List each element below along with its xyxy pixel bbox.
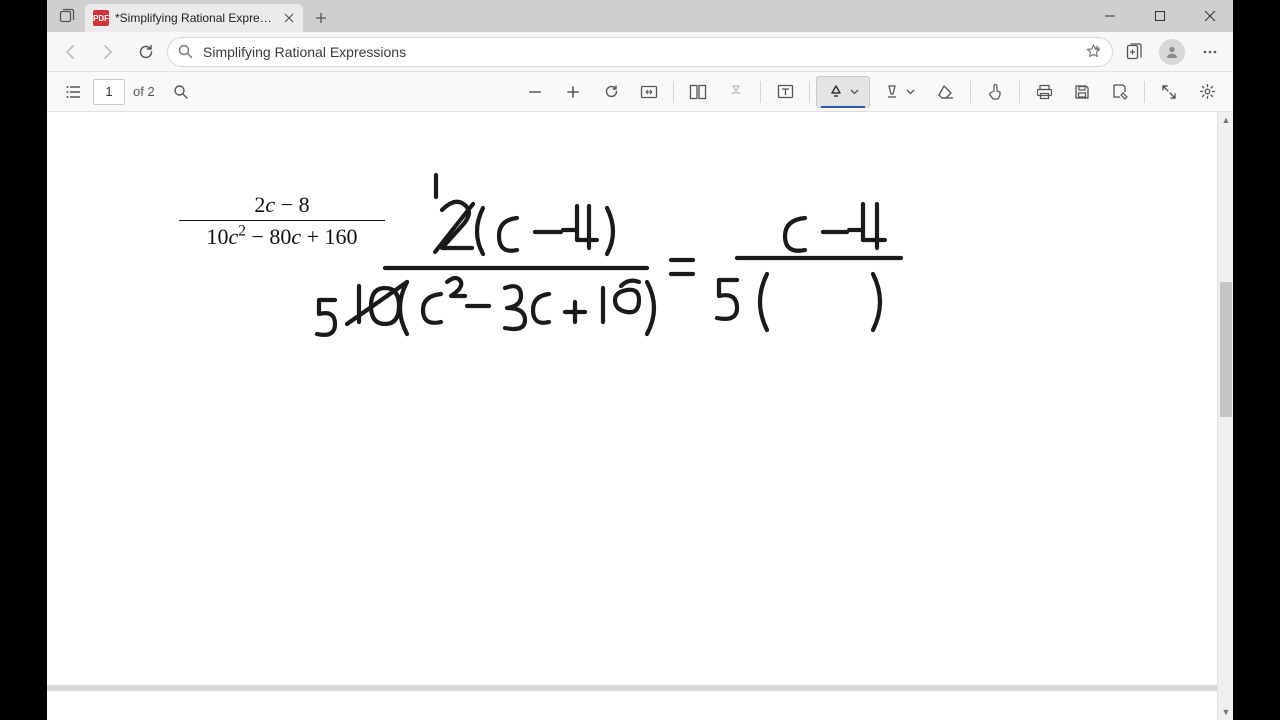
vertical-scrollbar[interactable]: ▲ ▼ [1217, 112, 1233, 720]
fit-page-button[interactable] [631, 76, 667, 108]
tab-strip: PDF *Simplifying Rational Expressions [47, 0, 1233, 32]
tabs-overview-button[interactable] [53, 2, 81, 30]
save-as-button[interactable] [1102, 76, 1138, 108]
window-close-button[interactable] [1187, 0, 1233, 32]
scroll-up-button[interactable]: ▲ [1218, 112, 1233, 128]
collections-button[interactable] [1117, 35, 1151, 69]
pdf-favicon: PDF [93, 10, 109, 26]
find-button[interactable] [163, 76, 199, 108]
fullscreen-button[interactable] [1151, 76, 1187, 108]
scroll-down-button[interactable]: ▼ [1218, 704, 1233, 720]
nav-forward-button[interactable] [91, 35, 125, 69]
settings-button[interactable] [1189, 76, 1225, 108]
typeset-numerator: 2c − 8 [175, 192, 389, 220]
tab-title: *Simplifying Rational Expressions [115, 11, 275, 25]
contents-toggle-button[interactable] [55, 76, 91, 108]
print-button[interactable] [1026, 76, 1062, 108]
pdf-page: 2c − 8 10c2 − 80c + 160 [47, 112, 1217, 720]
draw-button[interactable] [816, 76, 870, 108]
add-text-button[interactable] [767, 76, 803, 108]
favorite-icon[interactable] [1085, 43, 1102, 60]
search-icon [178, 44, 193, 59]
window-minimize-button[interactable] [1087, 0, 1133, 32]
page-number-input[interactable] [93, 79, 125, 105]
save-button[interactable] [1064, 76, 1100, 108]
tab-active[interactable]: PDF *Simplifying Rational Expressions [85, 4, 303, 32]
page-total-label: of 2 [127, 84, 161, 99]
avatar-icon [1159, 39, 1185, 65]
erase-button[interactable] [928, 76, 964, 108]
zoom-in-button[interactable] [555, 76, 591, 108]
zoom-out-button[interactable] [517, 76, 553, 108]
read-aloud-button[interactable] [718, 76, 754, 108]
typeset-expression: 2c − 8 10c2 − 80c + 160 [175, 192, 389, 250]
nav-back-button[interactable] [53, 35, 87, 69]
pdf-toolbar: of 2 [47, 72, 1233, 112]
profile-button[interactable] [1155, 35, 1189, 69]
rotate-button[interactable] [593, 76, 629, 108]
browser-window: PDF *Simplifying Rational Expressions [47, 0, 1233, 720]
page-view-button[interactable] [680, 76, 716, 108]
typeset-denominator: 10c2 − 80c + 160 [175, 221, 389, 250]
address-text: Simplifying Rational Expressions [203, 44, 1075, 60]
more-menu-button[interactable] [1193, 35, 1227, 69]
highlight-button[interactable] [872, 76, 926, 108]
address-bar[interactable]: Simplifying Rational Expressions [167, 37, 1113, 67]
window-maximize-button[interactable] [1137, 0, 1183, 32]
nav-refresh-button[interactable] [129, 35, 163, 69]
scroll-thumb[interactable] [1220, 282, 1232, 417]
touch-button[interactable] [977, 76, 1013, 108]
pdf-page-next [47, 685, 1217, 720]
address-bar-row: Simplifying Rational Expressions [47, 32, 1233, 72]
new-tab-button[interactable] [307, 4, 335, 32]
tab-close-button[interactable] [281, 10, 297, 26]
pdf-viewport[interactable]: 2c − 8 10c2 − 80c + 160 [47, 112, 1233, 720]
